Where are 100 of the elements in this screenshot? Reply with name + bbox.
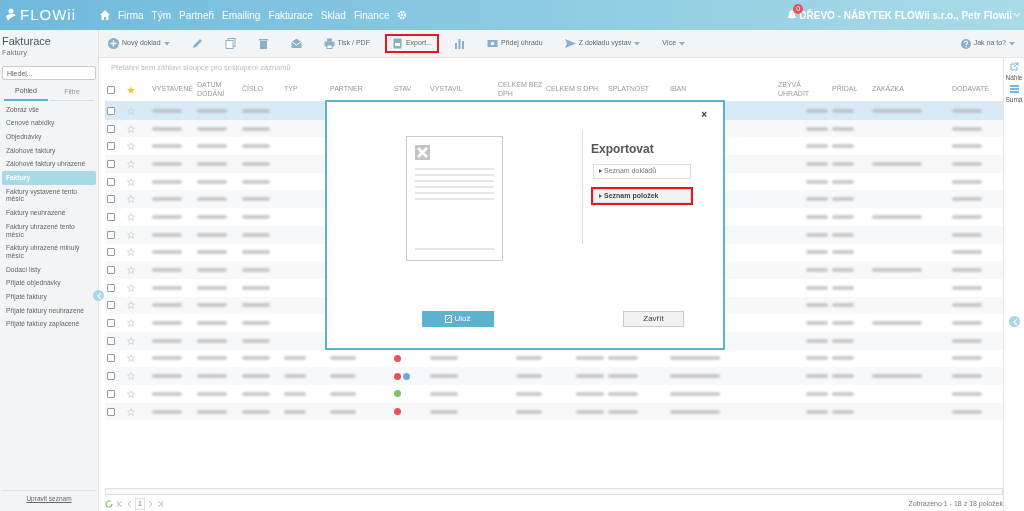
settings-icon[interactable] — [397, 10, 408, 20]
blurred-text — [832, 303, 854, 308]
star-outline-icon[interactable] — [127, 266, 135, 275]
help-icon — [960, 38, 971, 49]
blurred-text — [152, 285, 182, 290]
star-outline-icon[interactable] — [127, 106, 135, 115]
row-checkbox[interactable] — [107, 266, 115, 275]
external-link-icon[interactable] — [1009, 62, 1019, 71]
blurred-text — [197, 285, 227, 290]
row-checkbox[interactable] — [107, 195, 115, 204]
blurred-text — [608, 409, 638, 414]
blurred-text — [152, 356, 182, 361]
row-checkbox[interactable] — [107, 106, 115, 115]
blurred-text — [516, 356, 542, 361]
blurred-text — [152, 144, 182, 149]
banknote-icon — [487, 38, 498, 49]
caret-icon — [634, 41, 641, 46]
row-checkbox[interactable] — [107, 283, 115, 292]
bell-icon[interactable] — [787, 10, 798, 20]
list-icon[interactable] — [1009, 84, 1019, 93]
blurred-text — [576, 374, 604, 379]
star-outline-icon[interactable] — [127, 177, 135, 186]
row-checkbox[interactable] — [107, 407, 115, 416]
chevron-left-icon — [96, 292, 101, 299]
paper-plane-icon — [564, 38, 576, 49]
star-outline-icon[interactable] — [127, 336, 135, 345]
star-outline-icon[interactable] — [127, 319, 135, 328]
blurred-text — [952, 303, 982, 308]
row-checkbox[interactable] — [107, 230, 115, 239]
blurred-text — [952, 409, 982, 414]
blurred-text — [242, 374, 270, 379]
star-outline-icon[interactable] — [127, 230, 135, 239]
blurred-text — [872, 161, 922, 166]
blurred-text — [242, 391, 270, 396]
blurred-text — [152, 179, 182, 184]
blurred-text — [952, 108, 982, 113]
star-outline-icon[interactable] — [127, 248, 135, 257]
blurred-text — [670, 391, 720, 396]
blurred-text — [670, 356, 720, 361]
blurred-text — [242, 214, 270, 219]
blurred-text — [242, 409, 270, 414]
row-checkbox[interactable] — [107, 354, 115, 363]
refresh-icon[interactable] — [105, 500, 113, 508]
blurred-text — [197, 338, 227, 343]
blurred-text — [242, 161, 270, 166]
blurred-text — [832, 268, 854, 273]
next-page-icon[interactable] — [148, 501, 153, 507]
select-all-checkbox[interactable] — [107, 85, 115, 94]
previous-page-icon[interactable] — [127, 501, 131, 507]
dialog-title: Exportovat — [591, 141, 655, 158]
blurred-text — [152, 303, 182, 308]
star-outline-icon[interactable] — [127, 301, 135, 310]
star-outline-icon[interactable] — [127, 407, 135, 416]
blurred-text — [242, 268, 270, 273]
last-page-icon[interactable] — [156, 501, 163, 507]
expand-panel-button[interactable] — [1009, 316, 1020, 327]
blurred-text — [576, 356, 604, 361]
star-outline-icon[interactable] — [127, 124, 135, 133]
star-outline-icon[interactable] — [127, 159, 135, 168]
home-icon[interactable] — [100, 10, 110, 20]
row-checkbox[interactable] — [107, 177, 115, 186]
collapse-sidebar-button[interactable] — [93, 290, 104, 301]
row-checkbox[interactable] — [107, 248, 115, 257]
blurred-text — [516, 391, 542, 396]
row-checkbox[interactable] — [107, 336, 115, 345]
star-outline-icon[interactable] — [127, 372, 135, 381]
row-checkbox[interactable] — [107, 301, 115, 310]
logo-icon — [4, 8, 18, 22]
star-outline-icon[interactable] — [127, 389, 135, 398]
row-checkbox[interactable] — [107, 142, 115, 151]
blurred-text — [670, 409, 720, 414]
horizontal-scrollbar[interactable] — [105, 488, 1003, 495]
star-outline-icon[interactable] — [127, 195, 135, 204]
blurred-text — [197, 214, 227, 219]
row-checkbox[interactable] — [107, 319, 115, 328]
star-outline-icon[interactable] — [127, 354, 135, 363]
chevron-left-icon — [1012, 318, 1017, 325]
caret-icon[interactable] — [1014, 13, 1020, 17]
blurred-text — [516, 409, 542, 414]
blurred-text — [806, 285, 828, 290]
star-outline-icon[interactable] — [127, 283, 135, 292]
blurred-text — [430, 356, 458, 361]
file-icon — [445, 315, 453, 323]
row-checkbox[interactable] — [107, 159, 115, 168]
blurred-text — [872, 321, 922, 326]
blurred-text — [197, 179, 227, 184]
row-checkbox[interactable] — [107, 389, 115, 398]
blurred-text — [806, 268, 828, 273]
star-outline-icon[interactable] — [127, 212, 135, 221]
close-button[interactable]: Zavřít — [623, 311, 684, 327]
blurred-text — [832, 108, 854, 113]
blurred-text — [430, 409, 458, 414]
row-checkbox[interactable] — [107, 372, 115, 381]
first-page-icon[interactable] — [117, 501, 123, 507]
blurred-text — [952, 321, 982, 326]
row-checkbox[interactable] — [107, 212, 115, 221]
star-icon[interactable] — [127, 85, 135, 94]
row-checkbox[interactable] — [107, 124, 115, 133]
blurred-text — [806, 144, 828, 149]
star-outline-icon[interactable] — [127, 142, 135, 151]
